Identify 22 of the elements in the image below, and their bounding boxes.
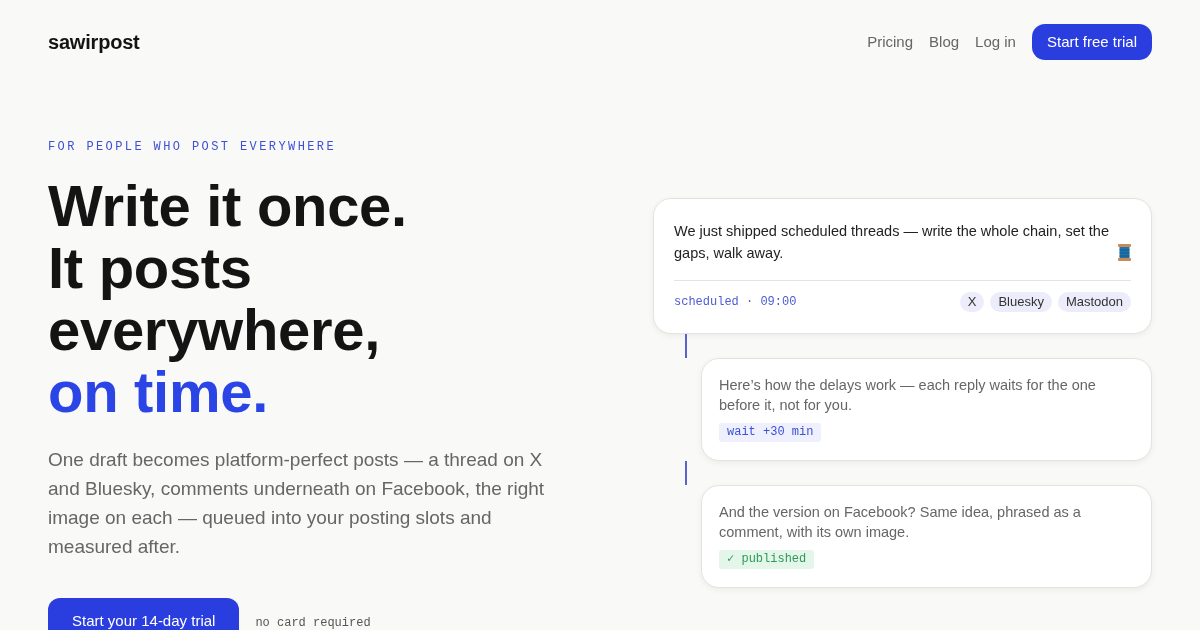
start-trial-button[interactable]: Start free trial xyxy=(1031,24,1152,60)
platform-tag: Mastodon xyxy=(1057,292,1131,312)
platform-tag: X xyxy=(959,292,985,312)
schedule-text: scheduled · 09:00 xyxy=(674,294,797,311)
thread-connector xyxy=(685,334,687,358)
start-trial-button[interactable]: Start your 14-day trial xyxy=(48,598,240,630)
nav-link[interactable]: Blog xyxy=(929,30,960,54)
platform-tag: Bluesky xyxy=(990,292,1052,312)
post-text: We just shipped scheduled threads — write the whole chain, set the gaps, walk away. xyxy=(674,222,1110,263)
status-tag: wait +30 min xyxy=(719,423,822,442)
eyebrow-text: FOR PEOPLE WHO POST EVERYWHERE xyxy=(48,140,338,154)
note-text: no card required xyxy=(255,615,371,630)
thread-connector xyxy=(685,461,687,485)
reply-text: And the version on Facebook? Same idea, phrased as a comment, with its own image. xyxy=(719,503,1082,542)
hero-description: One draft becomes platform-perfect posts — a thread on X and Bluesky, comments underneath on Facebook, the right image on each — queued into your posting slots and measured after. xyxy=(48,448,546,559)
status-tag: ✓ published xyxy=(719,550,815,569)
logo[interactable]: sawirpost xyxy=(48,27,140,57)
nav-link[interactable]: Log in xyxy=(975,30,1016,54)
headline: Write it once. It posts everywhere, on time. xyxy=(48,175,408,423)
reply-text: Here’s how the delays work — each reply waits for the one before it, not for you. xyxy=(719,376,1097,415)
nav-link[interactable]: Pricing xyxy=(867,30,914,54)
spool-icon xyxy=(1118,244,1131,261)
